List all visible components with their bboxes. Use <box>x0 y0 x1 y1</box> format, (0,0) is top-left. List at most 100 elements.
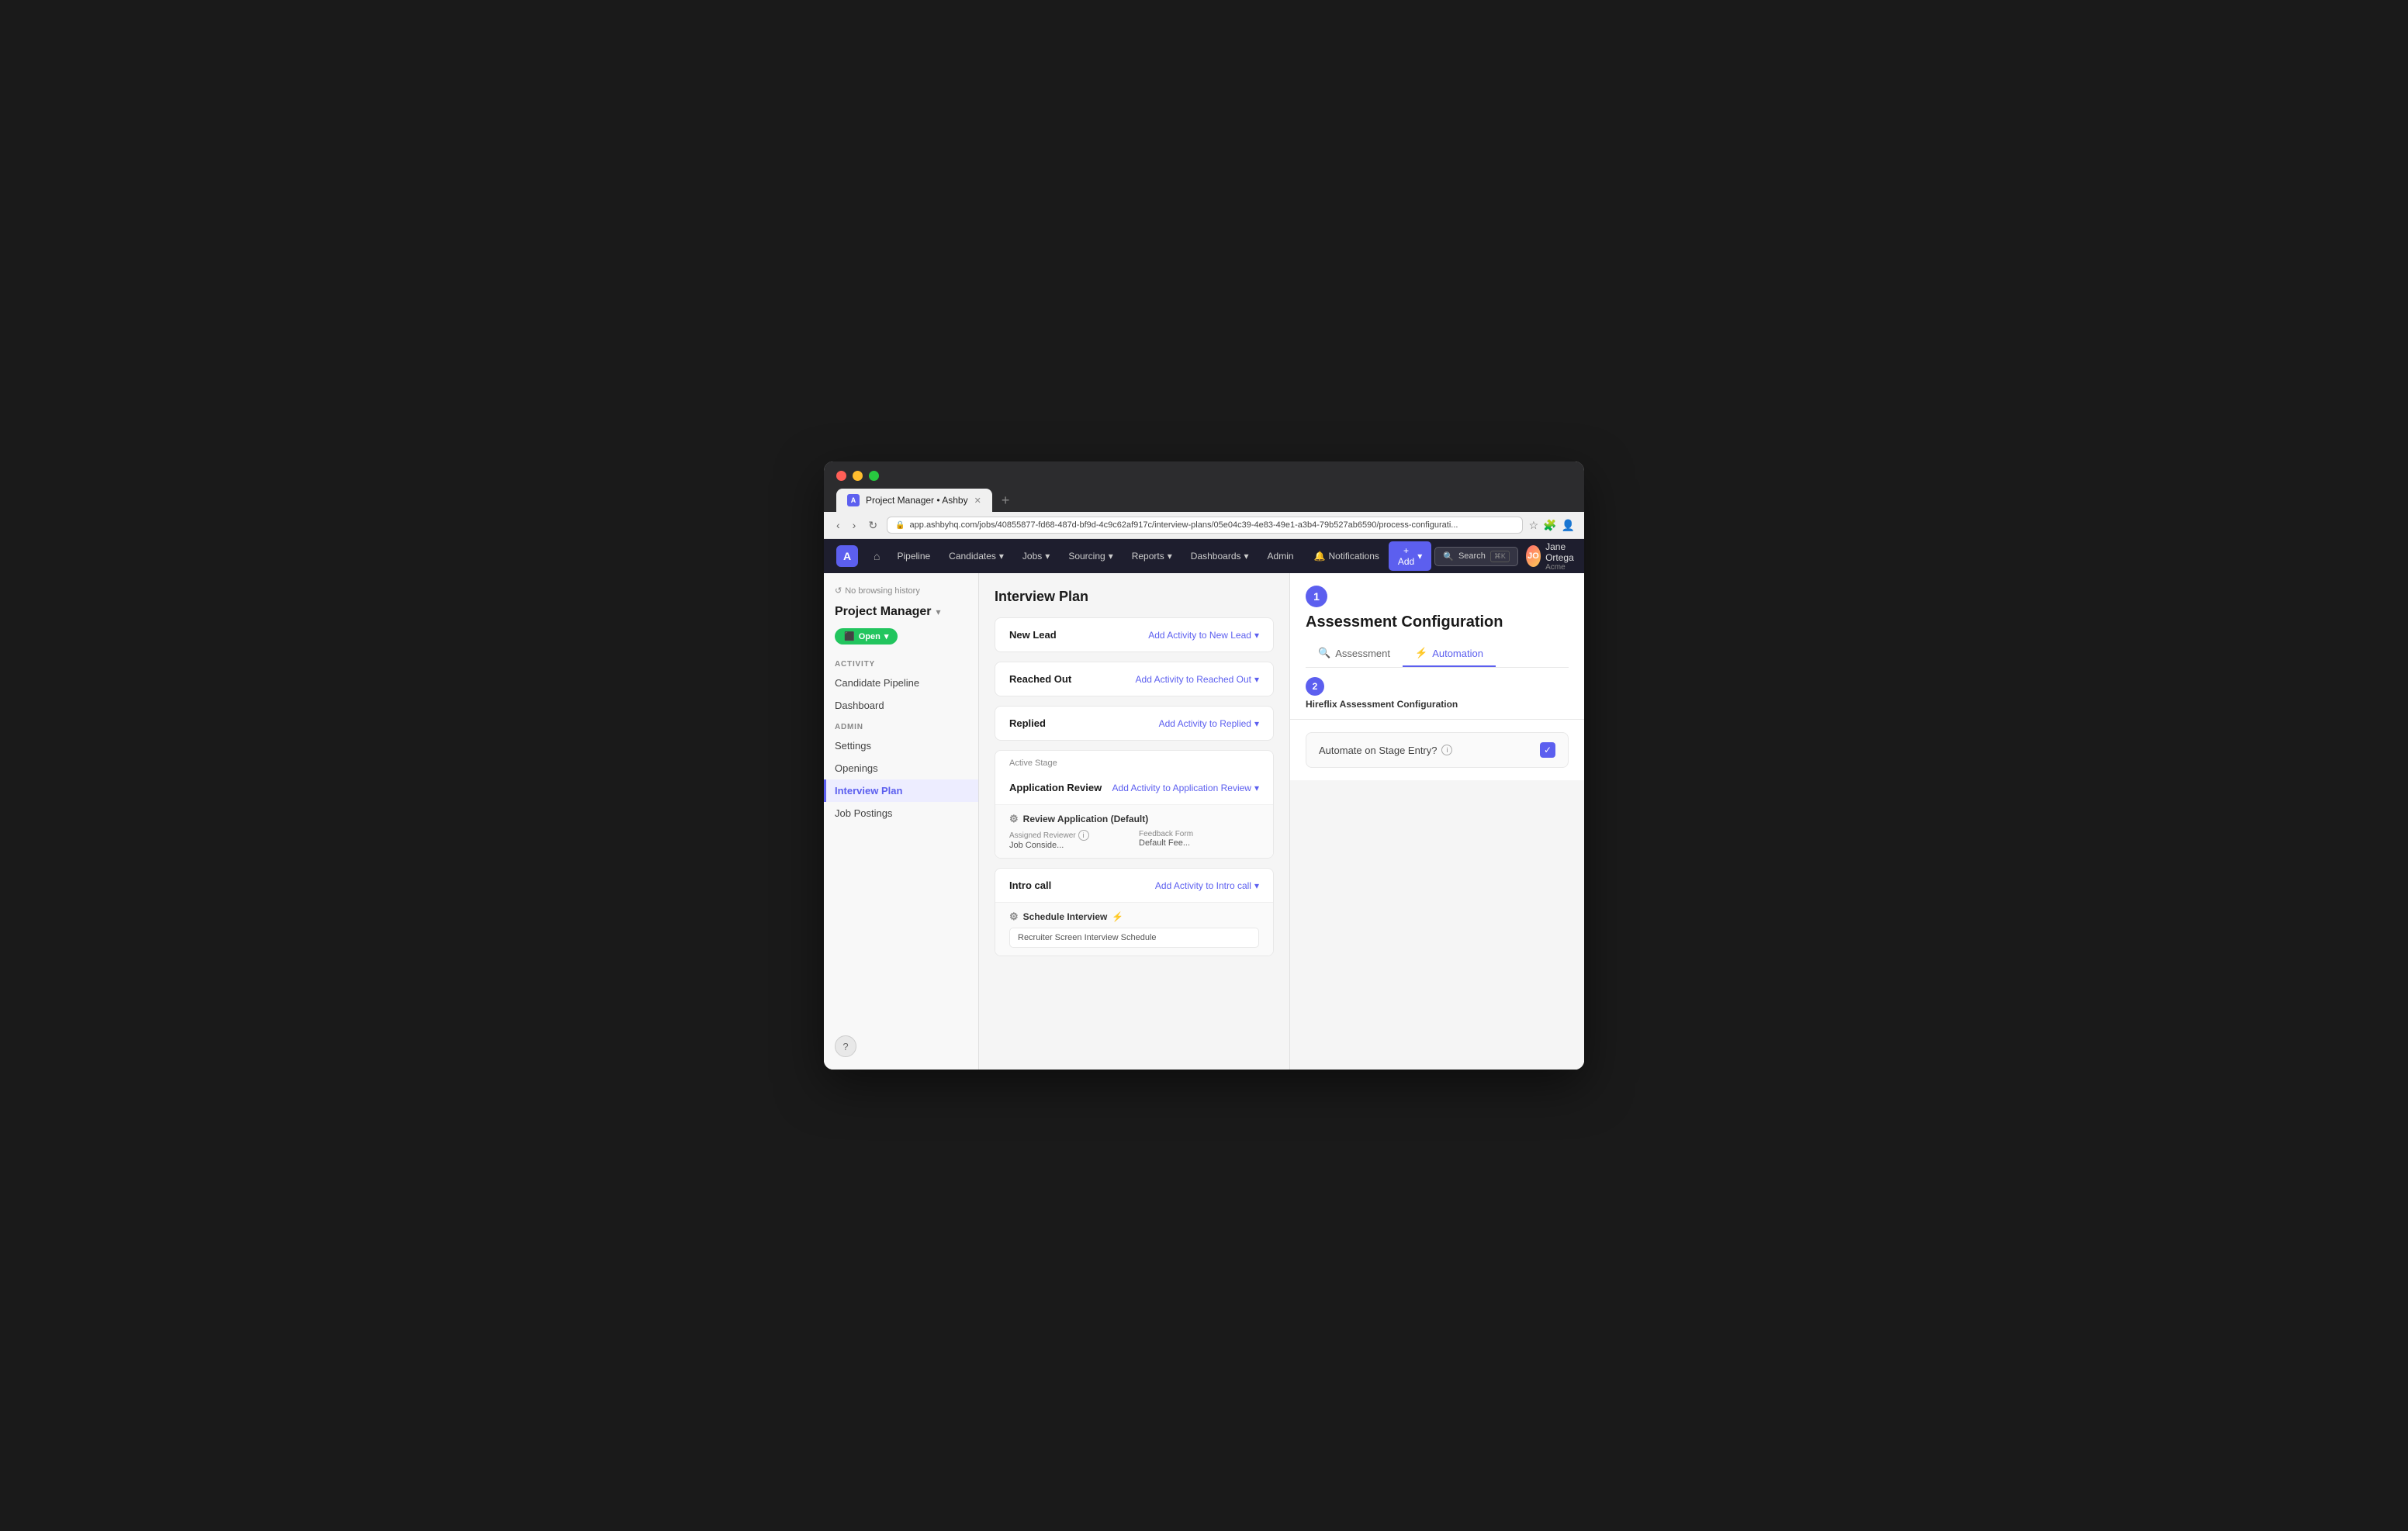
activity-section-label: ACTIVITY <box>824 654 978 672</box>
add-activity-new-lead-button[interactable]: Add Activity to New Lead ▾ <box>1148 630 1259 641</box>
help-button[interactable]: ? <box>835 1035 856 1057</box>
user-info: Jane Ortega Acme <box>1545 541 1580 572</box>
tab-automation[interactable]: ⚡ Automation <box>1403 641 1496 667</box>
admin-section-label: ADMIN <box>824 717 978 734</box>
sidebar-item-interview-plan[interactable]: Interview Plan <box>824 779 978 802</box>
browser-window: A Project Manager • Ashby ✕ + ‹ › ↻ 🔒 ap… <box>824 461 1584 1070</box>
add-activity-chevron-icon4: ▾ <box>1254 783 1259 793</box>
panel-body: Automate on Stage Entry? i ✓ <box>1290 720 1584 780</box>
admin-nav-item[interactable]: Admin <box>1260 546 1302 566</box>
reports-nav-item[interactable]: Reports ▾ <box>1124 546 1180 566</box>
status-chevron-icon: ▾ <box>884 631 889 641</box>
activity-fields-review: Assigned Reviewer i Job Conside... Feedb… <box>1009 830 1259 850</box>
add-chevron-icon: ▾ <box>1417 551 1422 562</box>
add-activity-chevron-icon5: ▾ <box>1254 880 1259 891</box>
automate-info-icon[interactable]: i <box>1441 745 1452 755</box>
job-title: Project Manager <box>835 605 931 619</box>
user-name: Jane Ortega <box>1545 541 1580 563</box>
maximize-button[interactable] <box>869 471 879 481</box>
sidebar-item-openings[interactable]: Openings <box>824 757 978 779</box>
activity-item-review-application: ⚙ Review Application (Default) Assigned … <box>995 804 1273 858</box>
stage-row-replied: Replied Add Activity to Replied ▾ <box>995 707 1273 740</box>
bell-icon: 🔔 <box>1314 551 1326 562</box>
add-activity-application-review-button[interactable]: Add Activity to Application Review ▾ <box>1112 783 1259 793</box>
job-status-label: Open <box>859 632 881 641</box>
job-status-button[interactable]: ⬛ Open ▾ <box>835 628 898 645</box>
dashboards-nav-item[interactable]: Dashboards ▾ <box>1183 546 1257 566</box>
avatar: JO <box>1526 545 1541 567</box>
gear-icon: ⚙ <box>1009 813 1019 825</box>
star-button[interactable]: ☆ <box>1529 519 1539 532</box>
openings-label: Openings <box>835 762 878 774</box>
tab-automation-label: Automation <box>1432 648 1483 659</box>
right-panel: 1 Assessment Configuration 🔍 Assessment … <box>1289 573 1584 1070</box>
new-tab-button[interactable]: + <box>995 489 1016 512</box>
activity-field-feedback-form: Feedback Form Default Fee... <box>1139 830 1259 850</box>
sidebar-item-job-postings[interactable]: Job Postings <box>824 802 978 824</box>
home-nav-button[interactable]: ⌂ <box>867 547 886 565</box>
dashboards-chevron-icon: ▾ <box>1244 551 1249 562</box>
schedule-item-recruiter-screen[interactable]: Recruiter Screen Interview Schedule <box>1009 928 1259 948</box>
forward-button[interactable]: › <box>849 517 860 533</box>
traffic-lights <box>836 471 1572 481</box>
stage-row-application-review: Application Review Add Activity to Appli… <box>995 771 1273 804</box>
jobs-label: Jobs <box>1022 551 1042 562</box>
activity-name-review: Review Application (Default) <box>1023 814 1149 824</box>
jobs-nav-item[interactable]: Jobs ▾ <box>1015 546 1057 566</box>
recruiter-screen-label: Recruiter Screen Interview Schedule <box>1018 933 1157 942</box>
sidebar-item-settings[interactable]: Settings <box>824 734 978 757</box>
tab-assessment-label: Assessment <box>1335 648 1390 659</box>
close-button[interactable] <box>836 471 846 481</box>
stage-card-replied: Replied Add Activity to Replied ▾ <box>995 706 1274 741</box>
add-activity-chevron-icon: ▾ <box>1254 630 1259 641</box>
sidebar-item-dashboard[interactable]: Dashboard <box>824 694 978 717</box>
add-activity-reached-out-button[interactable]: Add Activity to Reached Out ▾ <box>1136 674 1259 685</box>
automate-checkbox[interactable]: ✓ <box>1540 742 1555 758</box>
hireflix-label: Hireflix Assessment Configuration <box>1306 699 1569 710</box>
candidates-chevron-icon: ▾ <box>999 551 1004 562</box>
candidates-nav-item[interactable]: Candidates ▾ <box>941 546 1012 566</box>
gear-icon2: ⚙ <box>1009 911 1019 923</box>
activity-name-schedule: Schedule Interview <box>1023 911 1108 922</box>
sourcing-label: Sourcing <box>1068 551 1105 562</box>
add-label: + Add <box>1398 545 1414 567</box>
tab-close-button[interactable]: ✕ <box>974 496 981 506</box>
sourcing-nav-item[interactable]: Sourcing ▾ <box>1060 546 1120 566</box>
back-history-row: ↺ No browsing history <box>824 582 978 602</box>
active-stage-label: Active Stage <box>995 751 1273 771</box>
search-icon: 🔍 <box>1443 551 1454 562</box>
add-activity-replied-button[interactable]: Add Activity to Replied ▾ <box>1159 718 1259 729</box>
stage-card-intro-call: Intro call Add Activity to Intro call ▾ … <box>995 868 1274 956</box>
extensions-button[interactable]: 🧩 <box>1543 519 1556 532</box>
profile-button[interactable]: 👤 <box>1562 519 1575 532</box>
sourcing-chevron-icon: ▾ <box>1109 551 1113 562</box>
add-button[interactable]: + Add ▾ <box>1389 541 1431 571</box>
user-menu-button[interactable]: JO Jane Ortega Acme ▾ <box>1521 538 1584 575</box>
search-label: Search <box>1458 551 1486 561</box>
active-tab[interactable]: A Project Manager • Ashby ✕ <box>836 489 992 512</box>
tab-assessment[interactable]: 🔍 Assessment <box>1306 641 1403 667</box>
feedback-form-value: Default Fee... <box>1139 838 1259 848</box>
checkmark-icon: ✓ <box>1544 745 1552 755</box>
pipeline-nav-item[interactable]: Pipeline <box>889 546 938 566</box>
assigned-reviewer-info-icon[interactable]: i <box>1078 830 1089 841</box>
assigned-reviewer-label: Assigned Reviewer i <box>1009 830 1130 841</box>
dashboard-label: Dashboard <box>835 700 884 711</box>
notifications-button[interactable]: 🔔 Notifications <box>1308 546 1386 566</box>
open-icon: ⬛ <box>844 631 855 641</box>
browser-chrome: A Project Manager • Ashby ✕ + <box>824 461 1584 512</box>
add-activity-intro-call-button[interactable]: Add Activity to Intro call ▾ <box>1155 880 1259 891</box>
stage-name-replied: Replied <box>1009 717 1046 729</box>
back-button[interactable]: ‹ <box>833 517 843 533</box>
search-bar[interactable]: 🔍 Search ⌘K <box>1434 547 1518 566</box>
sidebar-item-candidate-pipeline[interactable]: Candidate Pipeline <box>824 672 978 694</box>
refresh-button[interactable]: ↻ <box>865 517 881 534</box>
stage-name-application-review: Application Review <box>1009 782 1102 793</box>
address-bar-row: ‹ › ↻ 🔒 app.ashbyhq.com/jobs/40855877-fd… <box>824 512 1584 539</box>
minimize-button[interactable] <box>853 471 863 481</box>
stage-row-reached-out: Reached Out Add Activity to Reached Out … <box>995 662 1273 696</box>
address-bar[interactable]: 🔒 app.ashbyhq.com/jobs/40855877-fd68-487… <box>887 517 1522 534</box>
stage-name-intro-call: Intro call <box>1009 880 1051 891</box>
candidate-pipeline-label: Candidate Pipeline <box>835 677 919 689</box>
user-org: Acme <box>1545 563 1580 572</box>
